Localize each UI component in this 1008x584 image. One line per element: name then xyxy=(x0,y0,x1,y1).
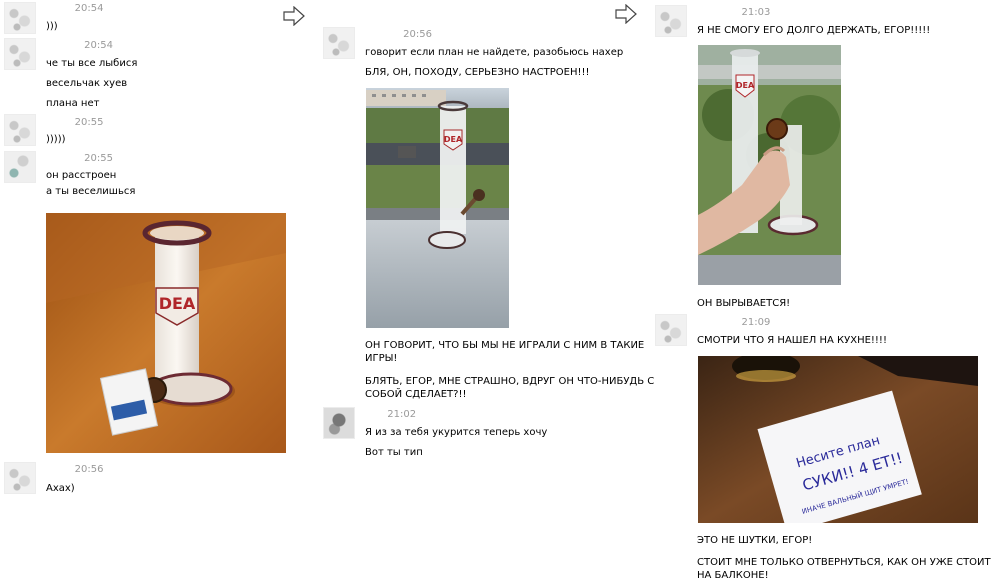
message-header: 20:55 xyxy=(46,117,104,128)
message-text: СТОИТ МНЕ ТОЛЬКО ОТВЕРНУТЬСЯ, КАК ОН УЖЕ… xyxy=(697,557,991,581)
sender-name[interactable] xyxy=(46,3,71,14)
sender-name[interactable] xyxy=(46,40,81,51)
message-text: плана нет xyxy=(46,98,100,109)
bong-logo-text: DEA xyxy=(159,294,196,313)
timestamp: 20:54 xyxy=(84,40,113,51)
message-text: Вот ты тип xyxy=(365,447,423,458)
message-header: 21:09 xyxy=(697,317,771,328)
timestamp: 20:54 xyxy=(74,3,104,14)
sender-name[interactable] xyxy=(46,464,71,475)
avatar[interactable] xyxy=(4,2,36,34)
timestamp: 20:55 xyxy=(74,117,104,128)
hand-holding-bong-image: DEA xyxy=(698,45,841,285)
timestamp: 20:56 xyxy=(403,29,432,40)
message-text: ОН ГОВОРИТ, ЧТО БЫ МЫ НЕ ИГРАЛИ С НИМ В … xyxy=(365,340,645,364)
bong-logo-text: DEA xyxy=(444,135,463,144)
message-text: БЛЯ, ОН, ПОХОДУ, СЕРЬЕЗНО НАСТРОЕН!!! xyxy=(365,67,590,78)
avatar[interactable] xyxy=(323,407,355,439)
message-text: он расстроен xyxy=(46,170,117,181)
timestamp: 20:56 xyxy=(74,464,104,475)
message-text: ОН ВЫРЫВАЕТСЯ! xyxy=(697,298,791,309)
bong-on-windowsill-image: DEA xyxy=(366,88,509,328)
timestamp: 21:02 xyxy=(387,409,417,420)
message-text: говорит если план не найдете, разобьюсь … xyxy=(365,47,624,58)
message-text: Я НЕ СМОГУ ЕГО ДОЛГО ДЕРЖАТЬ, ЕГОР!!!!! xyxy=(697,25,931,36)
timestamp: 21:09 xyxy=(741,317,771,328)
avatar[interactable] xyxy=(323,27,355,59)
attached-photo[interactable]: Несите план СУКИ!! 4 ЕТ!! ИНАЧЕ ВАЛЬНЫЙ … xyxy=(698,356,978,523)
message-text: ЭТО НЕ ШУТКИ, ЕГОР! xyxy=(697,535,813,546)
attached-photo[interactable]: DEA xyxy=(698,45,841,285)
message-text: ))) xyxy=(46,21,58,32)
next-arrow-icon xyxy=(283,6,305,26)
sender-name[interactable] xyxy=(365,409,384,420)
avatar[interactable] xyxy=(4,114,36,146)
sender-name[interactable] xyxy=(365,29,400,40)
avatar[interactable] xyxy=(655,314,687,346)
message-text: БЛЯТЬ, ЕГОР, МНЕ СТРАШНО, ВДРУГ ОН ЧТО-Н… xyxy=(365,376,655,400)
sender-name[interactable] xyxy=(46,153,81,164)
message-header: 20:55 xyxy=(46,153,113,164)
message-text: Я из за тебя укурится теперь хочу xyxy=(365,427,548,438)
message-header: 21:03 xyxy=(697,7,771,18)
avatar[interactable] xyxy=(4,38,36,70)
message-text: весельчак хуев xyxy=(46,78,128,89)
message-text: че ты все лыбися xyxy=(46,58,138,69)
message-header: 20:54 xyxy=(46,3,104,14)
message-text: Ахах) xyxy=(46,483,75,494)
bong-logo-text: DEA xyxy=(736,81,755,90)
avatar[interactable] xyxy=(4,462,36,494)
sender-name[interactable] xyxy=(697,7,738,18)
timestamp: 20:55 xyxy=(84,153,113,164)
avatar[interactable] xyxy=(4,151,36,183)
sender-name[interactable] xyxy=(697,317,738,328)
message-header: 20:54 xyxy=(46,40,113,51)
message-text: а ты веселишься xyxy=(46,186,136,197)
message-header: 21:02 xyxy=(365,409,416,420)
next-arrow-icon xyxy=(615,4,637,24)
message-header: 20:56 xyxy=(365,29,432,40)
bong-on-table-image: DEA xyxy=(46,213,286,453)
message-header: 20:56 xyxy=(46,464,104,475)
message-text: СМОТРИ ЧТО Я НАШЕЛ НА КУХНЕ!!!! xyxy=(697,335,887,346)
avatar[interactable] xyxy=(655,5,687,37)
timestamp: 21:03 xyxy=(741,7,771,18)
attached-photo[interactable]: DEA xyxy=(46,213,286,453)
message-text: ))))) xyxy=(46,134,66,145)
handwritten-note-image: Несите план СУКИ!! 4 ЕТ!! ИНАЧЕ ВАЛЬНЫЙ … xyxy=(698,356,978,523)
attached-photo[interactable]: DEA xyxy=(366,88,509,328)
sender-name[interactable] xyxy=(46,117,71,128)
